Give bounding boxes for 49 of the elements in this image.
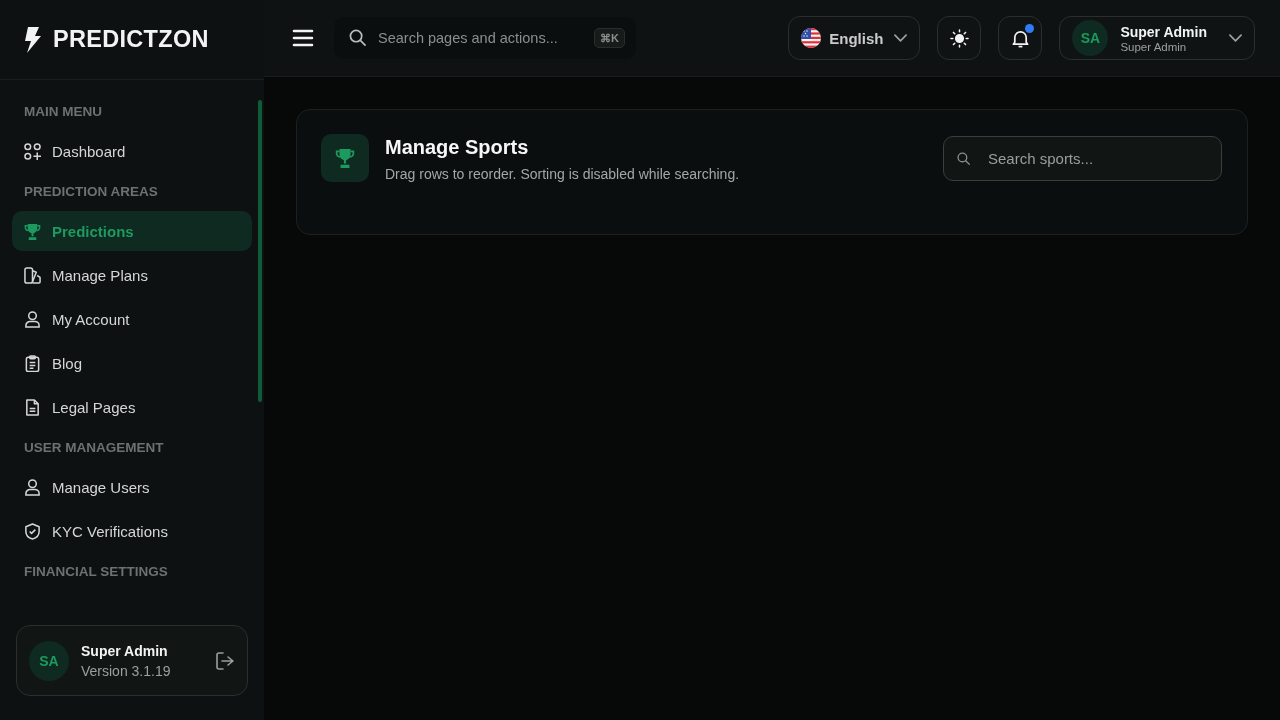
page-subtitle: Drag rows to reorder. Sorting is disabled while searching.	[385, 165, 740, 183]
clipboard-icon	[24, 354, 41, 372]
user-icon	[24, 478, 41, 496]
version-text: Version 3.1.19	[81, 662, 172, 679]
section-heading: USER MANAGEMENT	[23, 439, 165, 457]
search-icon	[349, 29, 366, 46]
trophy-icon	[321, 134, 369, 182]
search-icon	[957, 152, 970, 165]
user-icon	[24, 310, 41, 328]
sidebar-item[interactable]: Predictions	[12, 211, 252, 251]
shortcut-hint: ⌘K	[594, 28, 625, 48]
sidebar-item[interactable]: Manage Plans	[12, 255, 252, 295]
sidebar-item[interactable]: Blog	[12, 343, 252, 383]
bell-icon	[1010, 28, 1030, 48]
logout-button[interactable]	[215, 650, 235, 671]
chevron-down-icon	[1229, 34, 1242, 42]
sidebar-item[interactable]: KYC Verifications	[12, 511, 252, 551]
shield-check-icon	[24, 522, 41, 540]
user-name: Super Admin	[81, 642, 169, 659]
cards-icon	[24, 266, 41, 284]
flag-icon	[801, 28, 822, 48]
menu-button[interactable]	[292, 29, 314, 47]
chevron-down-icon	[894, 34, 908, 42]
theme-toggle-button[interactable]	[937, 16, 982, 60]
grid-icon	[24, 142, 41, 160]
sidebar-item[interactable]: Dashboard	[12, 131, 252, 171]
sun-icon	[949, 28, 969, 48]
section-heading: MAIN MENU	[23, 103, 103, 121]
user-name: Super Admin	[1120, 23, 1207, 40]
sidebar-item[interactable]: My Account	[12, 299, 252, 339]
logout-icon	[215, 650, 235, 671]
language-selector[interactable]: English	[788, 16, 921, 60]
section-heading: PREDICTION AREAS	[23, 183, 159, 201]
avatar: SA	[1072, 20, 1109, 56]
user-role: Super Admin	[1120, 40, 1187, 53]
lightning-bolt-icon	[24, 26, 42, 53]
sidebar-item[interactable]: Legal Pages	[12, 387, 252, 427]
menu-icon	[292, 29, 314, 47]
scrollbar-thumb[interactable]	[258, 100, 262, 402]
search-field[interactable]: Search sports...	[943, 136, 1222, 181]
user-menu-button[interactable]: SA Super Admin Super Admin	[1059, 16, 1255, 60]
notifications-button[interactable]	[998, 16, 1043, 60]
section-heading: FINANCIAL SETTINGS	[23, 563, 169, 581]
avatar: SA	[29, 640, 69, 681]
trophy-icon	[24, 222, 41, 240]
brand-name: PREDICTZON	[53, 26, 209, 53]
page-title: Manage Sports	[385, 135, 530, 159]
document-icon	[24, 398, 41, 416]
sidebar-item[interactable]: Manage Users	[12, 467, 252, 507]
